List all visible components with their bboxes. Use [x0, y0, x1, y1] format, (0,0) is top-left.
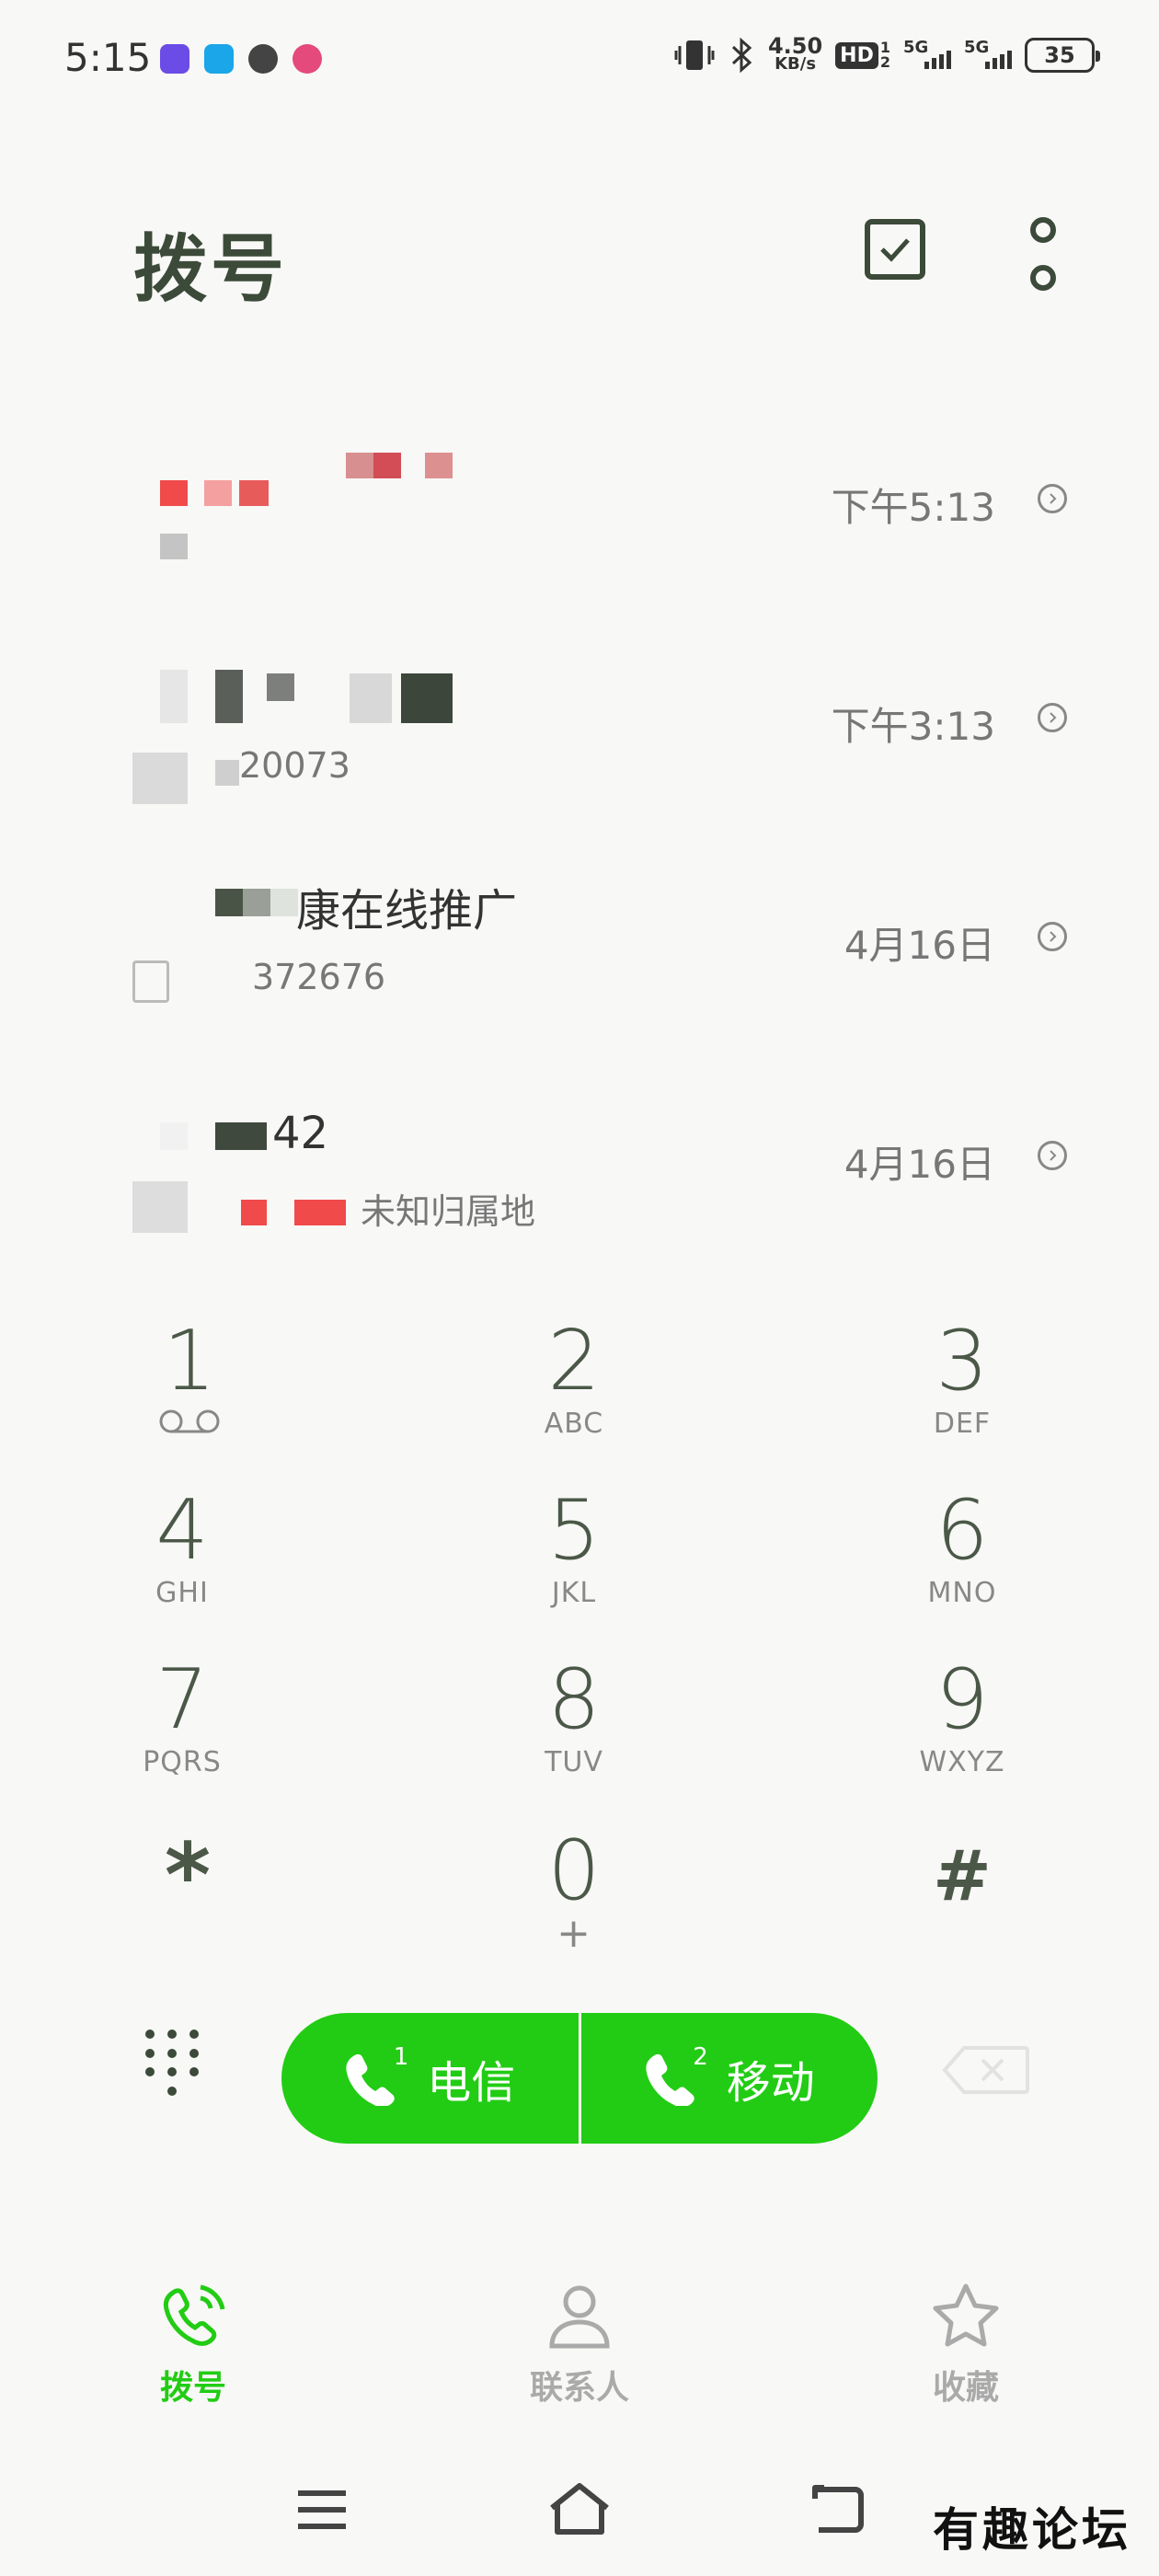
tab-contacts-label: 联系人	[529, 2369, 629, 2407]
bluetooth-icon	[731, 38, 752, 73]
star-icon	[933, 2283, 999, 2347]
call-sim1-button[interactable]: 1 电信	[281, 2013, 579, 2144]
backspace-icon[interactable]	[942, 2044, 1030, 2096]
call-sim2-button[interactable]: 2 移动	[581, 2013, 878, 2144]
battery-indicator: 35	[1025, 38, 1100, 73]
key-5[interactable]: 5 JKL	[436, 1485, 712, 1650]
chevron-right-icon	[1050, 1150, 1057, 1161]
more-options-button[interactable]	[1021, 217, 1065, 291]
call-log-name: 康在线推广	[296, 885, 518, 937]
tab-dial-label: 拨号	[159, 2369, 226, 2407]
network-speed: 4.50 KB/s	[767, 33, 823, 74]
key-3[interactable]: 3 DEF	[824, 1316, 1100, 1481]
dial-keypad: 1 2 ABC 3 DEF 4 GHI 5 JKL 6 MNO 7 PQRS 8…	[0, 1297, 1159, 1978]
call-log-item[interactable]: 康在线推广 372676 4月16日	[0, 843, 1159, 1062]
call-log-location: 未知归属地	[361, 1191, 536, 1232]
bird-app-icon	[248, 44, 278, 74]
bottom-navigation: 拨号 联系人 收藏	[0, 2263, 1159, 2420]
tab-dial[interactable]: 拨号	[101, 2282, 285, 2409]
call-log-time: 4月16日	[843, 923, 995, 968]
call-details-button[interactable]	[1038, 922, 1067, 951]
chevron-right-icon	[1050, 931, 1057, 942]
key-6[interactable]: 6 MNO	[824, 1485, 1100, 1650]
key-1[interactable]: 1	[52, 1316, 327, 1481]
chevron-right-icon	[1050, 712, 1057, 723]
phone-icon: 1	[344, 2043, 408, 2108]
hd-indicator: HD 1 2	[835, 40, 890, 70]
more-dot	[1030, 265, 1056, 291]
call-details-button[interactable]	[1038, 484, 1067, 513]
call-details-button[interactable]	[1038, 1141, 1067, 1170]
browser-app-icon	[204, 44, 234, 74]
key-4[interactable]: 4 GHI	[44, 1485, 320, 1650]
call-log-time: 下午3:13	[831, 704, 995, 749]
tab-favorites-label: 收藏	[932, 2369, 999, 2407]
person-icon	[549, 2285, 610, 2349]
call-log-item[interactable]: 42 未知归属地 4月16日	[0, 1062, 1159, 1281]
call-sim1-label: 电信	[427, 2057, 516, 2109]
call-log-time: 下午5:13	[831, 485, 995, 530]
call-log-time: 4月16日	[843, 1142, 995, 1187]
home-icon[interactable]	[548, 2482, 611, 2536]
tab-favorites[interactable]: 收藏	[874, 2282, 1058, 2409]
back-icon[interactable]	[811, 2484, 865, 2534]
key-8[interactable]: 8 TUV	[436, 1654, 712, 1820]
vibrate-icon	[674, 40, 715, 70]
hide-keypad-button[interactable]	[145, 2030, 201, 2096]
checkmark-icon	[880, 238, 910, 262]
cloud-app-icon	[293, 44, 322, 74]
key-2[interactable]: 2 ABC	[436, 1316, 712, 1481]
status-bar: 5:15 4.50 KB/s HD 1 2 5G 5G 35	[0, 0, 1159, 120]
call-log-number: 372676	[252, 957, 386, 997]
key-0[interactable]: 0 +	[436, 1825, 712, 1991]
chevron-right-icon	[1050, 493, 1057, 504]
call-details-button[interactable]	[1038, 703, 1067, 732]
status-time: 5:15	[64, 35, 152, 80]
call-log-name: 42	[272, 1108, 329, 1159]
watermark-text: 有趣论坛	[933, 2502, 1131, 2557]
signal-sim2: 5G	[964, 38, 1012, 73]
call-sim2-label: 移动	[726, 2057, 815, 2109]
more-dot	[1030, 217, 1056, 243]
phone-calling-icon	[163, 2284, 225, 2346]
call-log-list: 下午5:13 20073 下午3:13 康在线推广 372676 4月16日 4…	[0, 405, 1159, 1281]
menu-icon[interactable]	[296, 2488, 348, 2532]
key-9[interactable]: 9 WXYZ	[824, 1654, 1100, 1820]
key-hash[interactable]: #	[824, 1825, 1100, 1991]
notification-icons	[160, 44, 322, 74]
call-log-item[interactable]: 下午5:13	[0, 405, 1159, 624]
signal-sim1: 5G	[903, 38, 951, 73]
tieba-app-icon	[160, 44, 189, 74]
multi-select-button[interactable]	[865, 219, 925, 280]
page-title: 拨号	[133, 226, 288, 312]
call-log-number: 20073	[239, 745, 350, 786]
status-indicators: 4.50 KB/s HD 1 2 5G 5G 35	[674, 33, 1100, 74]
phone-icon: 2	[644, 2043, 708, 2108]
voicemail-icon	[159, 1409, 220, 1433]
call-buttons: 1 电信 2 移动	[281, 2013, 878, 2144]
call-log-item[interactable]: 20073 下午3:13	[0, 624, 1159, 843]
key-star[interactable]: *	[50, 1825, 326, 1991]
tab-contacts[interactable]: 联系人	[488, 2282, 671, 2409]
key-7[interactable]: 7 PQRS	[44, 1654, 320, 1820]
